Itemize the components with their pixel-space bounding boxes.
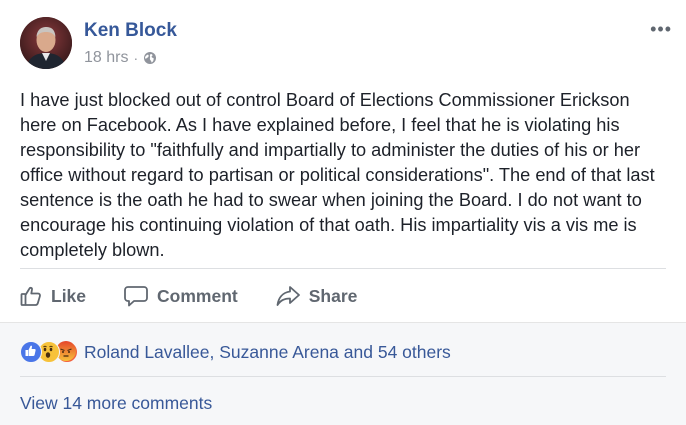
post-timestamp[interactable]: 18 hrs — [84, 49, 128, 67]
post-footer: Roland Lavallee, Suzanne Arena and 54 ot… — [0, 322, 686, 425]
share-button[interactable]: Share — [276, 285, 358, 307]
comment-bubble-icon — [124, 285, 148, 307]
like-label: Like — [51, 285, 87, 306]
post-body-text: I have just blocked out of control Board… — [20, 90, 655, 260]
comment-button[interactable]: Comment — [124, 285, 238, 307]
like-button[interactable]: Like — [20, 285, 86, 307]
facebook-post-card: Ken Block 18 hrs · ••• I have just block… — [0, 0, 686, 425]
avatar[interactable] — [20, 17, 72, 69]
like-reaction-icon — [20, 341, 42, 363]
comment-label: Comment — [157, 285, 238, 306]
post-actions-bar: Like Comment Share — [20, 282, 395, 310]
actions-top-divider — [20, 268, 666, 269]
author-name[interactable]: Ken Block — [84, 20, 177, 42]
view-more-comments-link[interactable]: View 14 more comments — [20, 393, 212, 414]
post-meta: 18 hrs · — [84, 49, 157, 67]
share-label: Share — [308, 285, 358, 306]
more-options-icon[interactable]: ••• — [650, 19, 672, 40]
avatar-photo — [20, 17, 72, 69]
reactions-names-link[interactable]: Roland Lavallee, Suzanne Arena and 54 ot… — [84, 342, 451, 363]
reactions-summary[interactable]: Roland Lavallee, Suzanne Arena and 54 ot… — [20, 340, 451, 363]
footer-divider — [20, 376, 666, 377]
post-header: Ken Block 18 hrs · ••• — [20, 17, 672, 75]
globe-icon[interactable] — [143, 51, 157, 65]
share-arrow-icon — [276, 285, 300, 307]
thumbs-up-icon — [20, 285, 42, 307]
meta-separator: · — [133, 50, 139, 66]
